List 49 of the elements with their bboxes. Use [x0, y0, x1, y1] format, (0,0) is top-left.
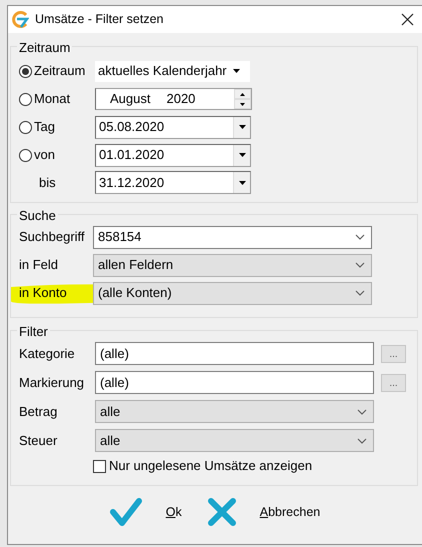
app-logo-icon: [12, 11, 29, 28]
checkmark-icon: [110, 498, 142, 526]
date-picker[interactable]: 01.01.2020: [95, 144, 251, 166]
radio-label[interactable]: Monat: [34, 89, 70, 109]
radio-label[interactable]: Zeitraum: [34, 61, 86, 81]
field-label: in Feld: [19, 256, 60, 274]
text-field[interactable]: (alle): [95, 371, 374, 394]
dropdown[interactable]: alle: [95, 400, 374, 423]
radio-button[interactable]: [19, 92, 32, 106]
radio-button[interactable]: [19, 120, 32, 134]
dropdown-arrow-icon[interactable]: [238, 125, 246, 129]
field-label: bis: [38, 174, 57, 192]
spin-up-icon[interactable]: [240, 92, 245, 96]
chevron-down-icon[interactable]: [357, 408, 367, 414]
chevron-down-icon[interactable]: [355, 262, 365, 268]
browse-button[interactable]: ...: [381, 344, 406, 362]
search-combobox[interactable]: 858154: [93, 226, 372, 248]
ok-button[interactable]: Ok: [110, 498, 182, 526]
chevron-down-icon[interactable]: [355, 290, 365, 296]
spin-down-icon[interactable]: [240, 102, 245, 106]
text-field[interactable]: (alle): [95, 342, 374, 365]
window-title: Umsätze - Filter setzen: [35, 11, 165, 28]
field-label: Steuer: [19, 432, 58, 450]
dropdown-arrow-icon[interactable]: [238, 180, 246, 184]
dropdown[interactable]: alle: [95, 429, 374, 452]
dropdown[interactable]: allen Feldern: [93, 254, 372, 276]
field-label: Kategorie: [19, 344, 76, 363]
date-picker[interactable]: 05.08.2020: [95, 116, 251, 138]
radio-label[interactable]: von: [34, 145, 55, 165]
cross-icon: [208, 498, 236, 526]
radio-button[interactable]: [19, 148, 32, 162]
cancel-button[interactable]: Abbrechen: [208, 498, 320, 526]
close-icon[interactable]: [401, 13, 414, 26]
field-label: in Konto: [19, 284, 68, 302]
chevron-down-icon[interactable]: [357, 438, 367, 444]
radio-label[interactable]: Tag: [34, 117, 55, 137]
dropdown[interactable]: (alle Konten): [93, 282, 372, 304]
browse-button[interactable]: ...: [381, 374, 406, 392]
dropdown-arrow-icon[interactable]: [233, 69, 240, 73]
field-label: Betrag: [19, 402, 58, 421]
date-picker[interactable]: 31.12.2020: [95, 171, 251, 194]
field-label: Markierung: [19, 374, 86, 392]
dropdown-arrow-icon[interactable]: [238, 153, 246, 157]
radio-button[interactable]: [19, 64, 32, 78]
chevron-down-icon[interactable]: [355, 234, 365, 240]
checkbox[interactable]: Nur ungelesene Umsätze anzeigen: [93, 455, 312, 477]
period-dropdown[interactable]: aktuelles Kalenderjahr: [95, 60, 250, 82]
field-label: Suchbegriff: [19, 228, 86, 246]
month-spinner[interactable]: August 2020: [95, 88, 252, 110]
